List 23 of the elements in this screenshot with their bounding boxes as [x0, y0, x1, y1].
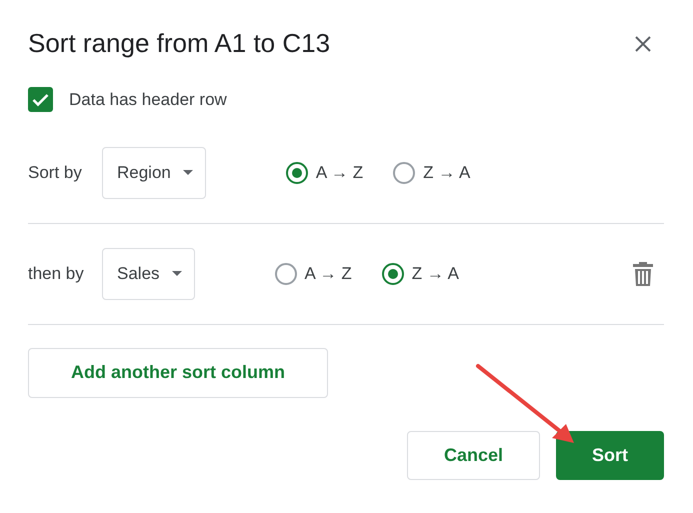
caret-icon	[172, 271, 182, 276]
sort-order-option[interactable]: Z → A	[393, 160, 470, 186]
column-dropdown[interactable]: Sales	[102, 248, 195, 300]
column-dropdown[interactable]: Region	[102, 146, 206, 199]
sort-order-option[interactable]: A → Z	[274, 260, 352, 286]
checkmark-icon	[32, 92, 49, 107]
checkbox[interactable]	[28, 87, 53, 112]
rule-label: then by	[28, 262, 85, 285]
trash-icon[interactable]	[632, 260, 654, 287]
radio-button[interactable]	[274, 262, 297, 285]
sort-order-option[interactable]: A → Z	[286, 160, 364, 186]
radio-button[interactable]	[382, 262, 404, 285]
rule-label: Sort by	[28, 162, 83, 184]
sort-button[interactable]: Sort	[556, 430, 664, 480]
add-sort-column-button[interactable]: Add another sort column	[28, 348, 328, 398]
checkbox-label: Data has header row	[69, 89, 227, 112]
radio-button[interactable]	[393, 162, 416, 184]
cancel-button[interactable]: Cancel	[407, 430, 540, 480]
caret-icon	[182, 170, 193, 176]
radio-button[interactable]	[286, 162, 308, 184]
dialog-title: Sort range from A1 to C13	[28, 28, 330, 60]
sort-order-option[interactable]: Z → A	[382, 260, 459, 286]
close-icon[interactable]	[634, 34, 652, 53]
